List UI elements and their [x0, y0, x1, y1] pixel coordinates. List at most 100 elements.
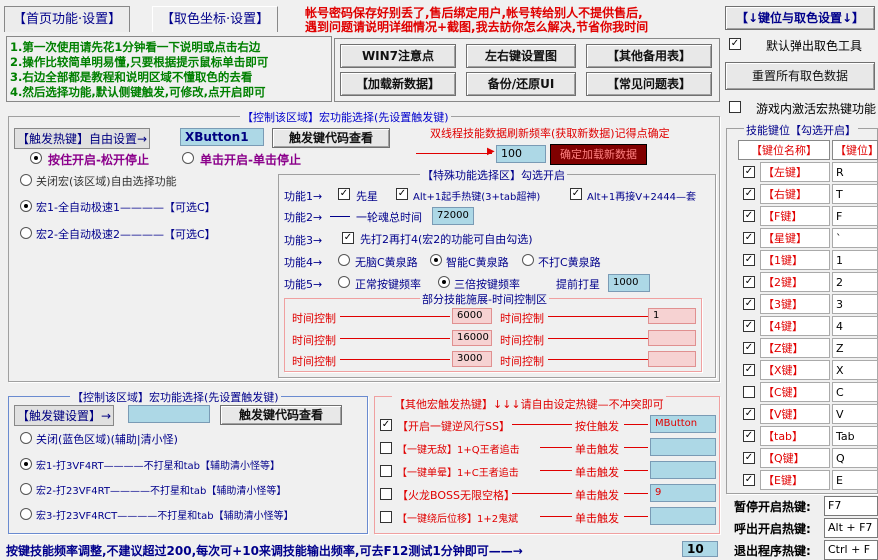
- keybind-checkbox[interactable]: ✓: [743, 452, 755, 464]
- keybind-checkbox[interactable]: ✓: [743, 298, 755, 310]
- f4-opt3-radio[interactable]: [522, 254, 534, 266]
- hk5-checkbox[interactable]: [380, 511, 392, 523]
- macro-off-radio[interactable]: [20, 174, 32, 186]
- hk3-checkbox[interactable]: [380, 465, 392, 477]
- notice-line2: 遇到问题请说明详细情况+截图,我去訪你怎么解决,节省你我时间: [305, 20, 649, 34]
- hk5-input[interactable]: [650, 507, 716, 525]
- reset-color-button[interactable]: 重置所有取色数据: [725, 62, 875, 90]
- win7-note-button[interactable]: WIN7注意点: [340, 44, 456, 68]
- keybind-checkbox[interactable]: ✓: [743, 364, 755, 376]
- keybind-value-input[interactable]: 4: [832, 316, 878, 336]
- ingame-checkbox[interactable]: [729, 101, 741, 113]
- keybind-checkbox[interactable]: ✓: [743, 474, 755, 486]
- f5-opt1-radio[interactable]: [338, 276, 350, 288]
- quit-hotkey-label: 退出程序热键:: [734, 544, 811, 558]
- keybind-value-input[interactable]: Q: [832, 448, 878, 468]
- keybind-value-input[interactable]: X: [832, 360, 878, 380]
- timing-left-input-3[interactable]: 3000: [452, 351, 492, 367]
- other-table-button[interactable]: 【其他备用表】: [586, 44, 712, 68]
- keybind-value-input[interactable]: Tab: [832, 426, 878, 446]
- keybind-checkbox[interactable]: ✓: [743, 254, 755, 266]
- keybind-checkbox[interactable]: ✓: [743, 342, 755, 354]
- timing-right-input-1[interactable]: 1: [648, 308, 696, 324]
- keybind-checkbox[interactable]: ✓: [743, 210, 755, 222]
- exit-hotkey-input[interactable]: Alt + F7: [824, 518, 878, 538]
- timing-right-label-3: 时间控制: [500, 355, 544, 368]
- f4-opt2-radio[interactable]: [430, 254, 442, 266]
- exit-hotkey-label: 呼出开启热键:: [734, 522, 811, 536]
- f4-opt2-label: 智能C黄泉路: [446, 256, 509, 269]
- instruction-2: 2.操作比较简单明易懂,只要根据提示鼠标单击即可: [10, 55, 269, 69]
- timing-right-input-2[interactable]: [648, 330, 696, 346]
- f5-opt2-radio[interactable]: [438, 276, 450, 288]
- tab-color[interactable]: 【取色坐标·设置】: [152, 6, 279, 32]
- faq-table-button[interactable]: 【常见问题表】: [586, 72, 712, 96]
- keybind-value-input[interactable]: 1: [832, 250, 878, 270]
- hotkey2-input[interactable]: [128, 405, 210, 423]
- mode-toggle-radio[interactable]: [182, 152, 194, 164]
- pause-hotkey-input[interactable]: F7: [824, 496, 878, 516]
- special-title: 【特殊功能选择区】勾选开启: [420, 167, 567, 183]
- hk4-checkbox[interactable]: [380, 488, 392, 500]
- hk2-checkbox[interactable]: [380, 442, 392, 454]
- f1-opt1-checkbox[interactable]: ✓: [338, 188, 350, 200]
- macro2-radio[interactable]: [20, 227, 32, 239]
- hk4-line: [512, 493, 572, 494]
- hotkey-code-button[interactable]: 触发键代码查看: [272, 128, 390, 148]
- f5-input[interactable]: 1000: [608, 274, 650, 292]
- hk2-input[interactable]: [650, 438, 716, 456]
- load-data-button[interactable]: 【加载新数据】: [340, 72, 456, 96]
- mouse-setting-button[interactable]: 左右键设置图: [466, 44, 576, 68]
- tab-home[interactable]: 【首页功能·设置】: [4, 6, 131, 32]
- backup-restore-button[interactable]: 备份/还原UI: [466, 72, 576, 96]
- confirm-load-button[interactable]: 确定加载新数据: [550, 144, 647, 165]
- timing-right-input-3[interactable]: [648, 351, 696, 367]
- keybind-value-input[interactable]: 3: [832, 294, 878, 314]
- f4-opt1-radio[interactable]: [338, 254, 350, 266]
- keybind-checkbox[interactable]: ✓: [743, 188, 755, 200]
- popup-checkbox[interactable]: ✓: [729, 38, 741, 50]
- keybind-checkbox[interactable]: ✓: [743, 166, 755, 178]
- keybind-value-input[interactable]: E: [832, 470, 878, 490]
- macro2-off-radio[interactable]: [20, 432, 32, 444]
- keybind-checkbox[interactable]: ✓: [743, 430, 755, 442]
- keybind-value-input[interactable]: `: [832, 228, 878, 248]
- f2-input[interactable]: 72000: [432, 207, 474, 225]
- keybind-checkbox[interactable]: ✓: [743, 408, 755, 420]
- keybind-name: 【1键】: [760, 250, 830, 270]
- hk4-input[interactable]: 9: [650, 484, 716, 502]
- keybind-checkbox[interactable]: ✓: [743, 320, 755, 332]
- refresh-input[interactable]: 100: [496, 145, 546, 163]
- mode-hold-radio[interactable]: [30, 152, 42, 164]
- keybind-checkbox[interactable]: [743, 386, 755, 398]
- f1-opt2-checkbox[interactable]: ✓: [396, 188, 408, 200]
- f4-label: 功能4→: [284, 256, 323, 269]
- keybind-checkbox[interactable]: ✓: [743, 232, 755, 244]
- timing-left-input-1[interactable]: 6000: [452, 308, 492, 324]
- macro2-opt3-radio[interactable]: [20, 508, 32, 520]
- keybind-value-input[interactable]: Z: [832, 338, 878, 358]
- footer-input[interactable]: 10: [682, 541, 718, 557]
- hotkey2-code-button[interactable]: 触发键代码查看: [220, 405, 342, 425]
- keybind-value-input[interactable]: T: [832, 184, 878, 204]
- hotkey-input[interactable]: XButton1: [180, 128, 264, 146]
- hk3-input[interactable]: [650, 461, 716, 479]
- keybind-value-input[interactable]: V: [832, 404, 878, 424]
- macro2-opt2-radio[interactable]: [20, 483, 32, 495]
- keybind-checkbox[interactable]: ✓: [743, 276, 755, 288]
- keybind-value-input[interactable]: 2: [832, 272, 878, 292]
- f1-opt3-checkbox[interactable]: ✓: [570, 188, 582, 200]
- macro2-opt1-radio[interactable]: [20, 458, 32, 470]
- keybind-color-button[interactable]: 【↓键位与取色设置↓】: [725, 6, 875, 30]
- instruction-4: 4.然后选择功能,默认侧键触发,可修改,点开启即可: [10, 85, 266, 99]
- quit-hotkey-input[interactable]: Ctrl + F: [824, 540, 878, 560]
- macro1-radio[interactable]: [20, 200, 32, 212]
- keybind-value-input[interactable]: R: [832, 162, 878, 182]
- control-area-2-title: 【控制该区域】宏功能选择(先设置触发键): [70, 389, 281, 405]
- hk1-checkbox[interactable]: ✓: [380, 419, 392, 431]
- hk1-input[interactable]: MButton: [650, 415, 716, 433]
- keybind-value-input[interactable]: F: [832, 206, 878, 226]
- f3-checkbox[interactable]: ✓: [342, 232, 354, 244]
- keybind-value-input[interactable]: C: [832, 382, 878, 402]
- timing-left-input-2[interactable]: 16000: [452, 330, 492, 346]
